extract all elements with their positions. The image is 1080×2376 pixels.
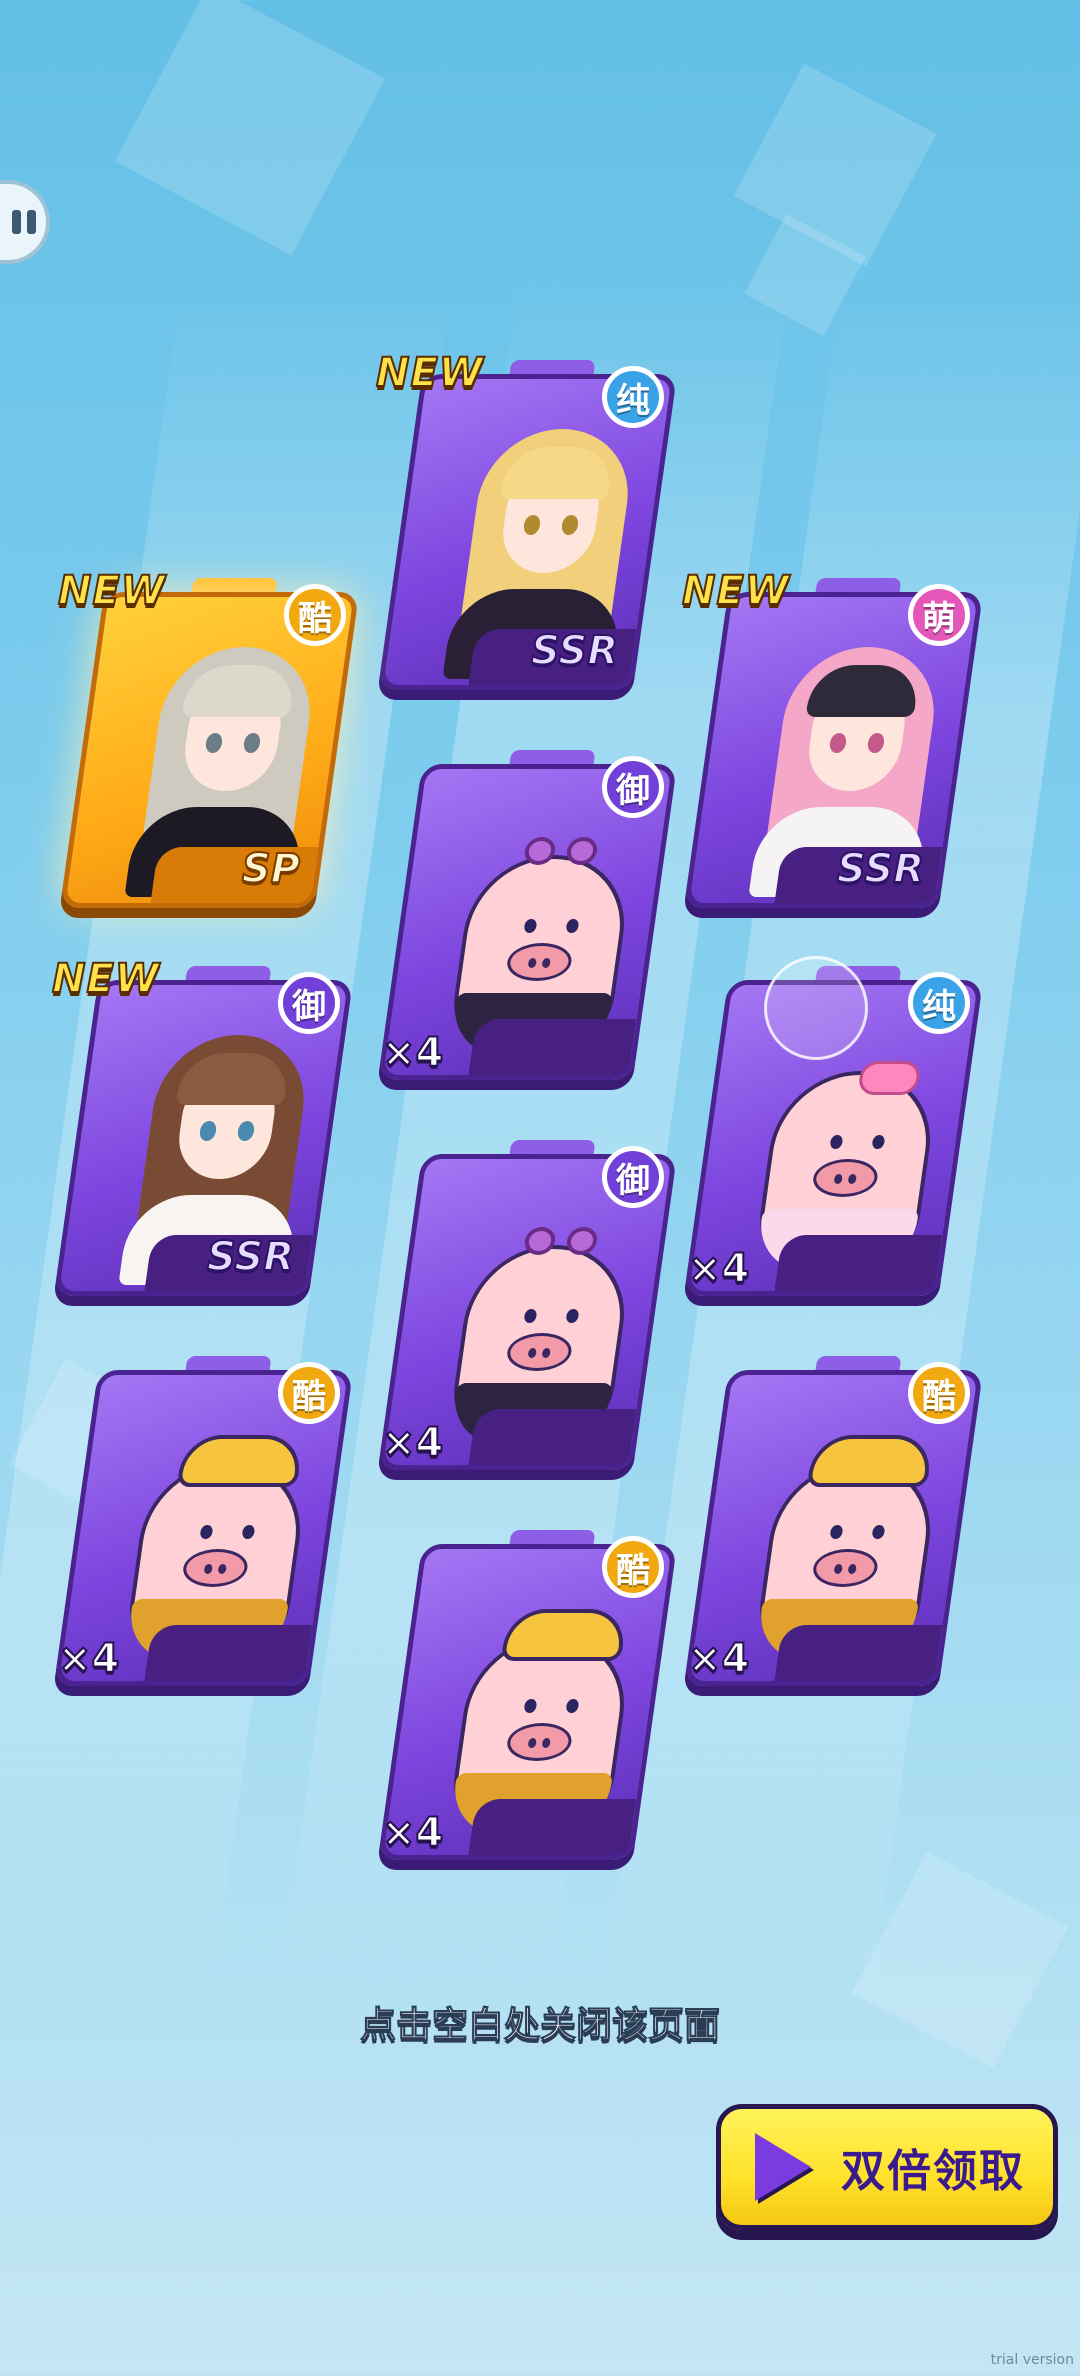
sunglasses-icon xyxy=(523,837,603,865)
attribute-badge: 纯 xyxy=(602,366,664,428)
reward-card[interactable]: ×4 酷 xyxy=(683,1356,984,1686)
background-shape xyxy=(114,0,386,256)
count-strip xyxy=(774,1235,943,1291)
double-claim-button[interactable]: 双倍领取 xyxy=(716,2104,1058,2230)
attribute-badge: 御 xyxy=(602,1146,664,1208)
attribute-badge: 酷 xyxy=(908,1362,970,1424)
quantity-label: ×4 xyxy=(381,1029,444,1077)
cap-icon xyxy=(500,1609,629,1661)
attribute-badge: 酷 xyxy=(278,1362,340,1424)
new-label: NEW xyxy=(57,567,166,615)
reward-card[interactable]: SSR 御 NEW xyxy=(51,955,354,1296)
reward-card[interactable]: ×4 御 xyxy=(377,1140,678,1470)
new-label: NEW xyxy=(375,349,484,397)
count-strip xyxy=(468,1409,637,1465)
rarity-label: SSR xyxy=(206,1233,295,1281)
reward-card[interactable]: ×4 酷 xyxy=(53,1356,354,1686)
quantity-label: ×4 xyxy=(381,1419,444,1467)
count-strip xyxy=(144,1625,313,1681)
count-strip xyxy=(774,1625,943,1681)
pause-icon xyxy=(27,210,36,234)
new-label: NEW xyxy=(681,567,790,615)
attribute-badge: 酷 xyxy=(602,1536,664,1598)
count-strip xyxy=(468,1019,637,1075)
quantity-label: ×4 xyxy=(687,1635,750,1683)
quantity-label: ×4 xyxy=(57,1635,120,1683)
attribute-badge: 纯 xyxy=(908,972,970,1034)
reward-card[interactable]: SSR 纯 NEW xyxy=(375,349,678,690)
cap-icon xyxy=(176,1435,305,1487)
attribute-badge: 萌 xyxy=(908,584,970,646)
attribute-badge: 酷 xyxy=(284,584,346,646)
play-icon xyxy=(755,2133,811,2201)
sunglasses-icon xyxy=(523,1227,603,1255)
cap-icon xyxy=(806,1435,935,1487)
quantity-label: ×4 xyxy=(381,1809,444,1857)
pause-button[interactable] xyxy=(0,180,50,264)
attribute-badge: 御 xyxy=(278,972,340,1034)
tap-ripple xyxy=(764,956,868,1060)
attribute-badge: 御 xyxy=(602,756,664,818)
rarity-label: SSR xyxy=(530,627,619,675)
reward-card[interactable]: ×4 御 xyxy=(377,750,678,1080)
background-shape xyxy=(733,63,937,267)
pause-icon xyxy=(12,210,21,234)
quantity-label: ×4 xyxy=(687,1245,750,1293)
reward-card[interactable]: SSR 萌 NEW xyxy=(681,567,984,908)
watermark: trial version xyxy=(990,2352,1074,2368)
rarity-label: SSR xyxy=(836,845,925,893)
close-hint-text: 点击空白处关闭该页面 xyxy=(359,2005,720,2047)
reward-card[interactable]: SP 酷 NEW xyxy=(57,567,360,908)
count-strip xyxy=(468,1799,637,1855)
new-label: NEW xyxy=(51,955,160,1003)
reward-card[interactable]: ×4 酷 xyxy=(377,1530,678,1860)
claim-button-label: 双倍领取 xyxy=(841,2146,1025,2197)
rarity-label: SP xyxy=(241,845,301,893)
bow-icon xyxy=(857,1061,922,1095)
